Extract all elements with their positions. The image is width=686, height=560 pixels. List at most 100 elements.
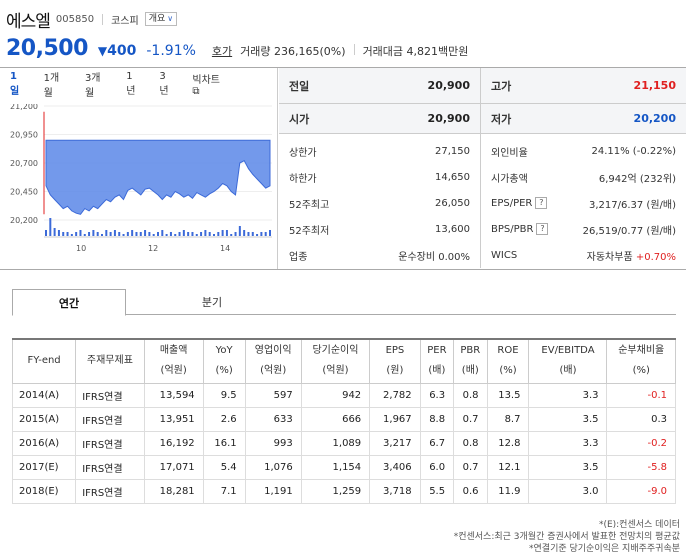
table-cell: -5.8 — [606, 454, 676, 480]
table-cell: 0.6 — [453, 478, 488, 504]
table-cell: 8.7 — [486, 406, 530, 432]
column-header-line: (배) — [461, 365, 479, 377]
table-cell: 6.7 — [419, 430, 455, 456]
detail-lower-limit: 하한가 14,650 — [279, 164, 480, 190]
detail-foreign-ratio: 외인비율 24.11% (-0.22%) — [481, 138, 686, 164]
table-cell: 3,718 — [369, 478, 421, 504]
prev-close-value: 20,900 — [427, 79, 470, 92]
tab-big-chart[interactable]: 빅차트⧉ — [192, 71, 258, 97]
footnotes: *(E):컨센서스 데이터 *컨센서스:최근 3개월간 증권사에서 발표한 전망… — [454, 519, 680, 555]
column-header-line: 당기순이익 — [312, 345, 359, 357]
volume-bar — [45, 230, 47, 236]
y-tick-label: 20,700 — [10, 159, 38, 168]
table-cell: 7.1 — [202, 478, 246, 504]
volume-bar — [178, 232, 181, 236]
volume-bar — [251, 232, 254, 236]
amount-value: 4,821백만원 — [406, 45, 469, 58]
table-cell: 0.7 — [453, 454, 488, 480]
column-header: PBR (배) — [453, 338, 488, 384]
detail-value[interactable]: 자동차부품 +0.70% — [587, 248, 676, 263]
high-cell: 고가 21,150 — [481, 68, 686, 103]
table-cell: 3.5 — [528, 406, 608, 432]
overview-dropdown[interactable]: 개요 ∨ — [144, 12, 178, 26]
tab-1-day[interactable]: 1일 — [10, 71, 25, 97]
hoga-link[interactable]: 호가 — [212, 43, 232, 59]
detail-eps-per: EPS/PER? 3,217/6.37 (원/배) — [481, 190, 686, 216]
tab-annual[interactable]: 연간 — [12, 289, 126, 316]
volume-bar — [53, 228, 56, 236]
column-header: 순부채비율 (%) — [606, 338, 676, 384]
column-header: ROE (%) — [486, 338, 530, 384]
table-cell: 2.6 — [202, 406, 246, 432]
table-cell: 3.3 — [528, 430, 608, 456]
column-header-line: (배) — [559, 365, 577, 377]
column-header-line: EPS — [385, 345, 405, 357]
column-header-line: (%) — [215, 365, 233, 377]
volume-bar — [79, 230, 82, 236]
table-cell: 1,259 — [300, 478, 371, 504]
quote-panel: 1일 1개월 3개월 1년 3년 빅차트⧉ 21,200 20,950 20,700… — [0, 67, 686, 270]
table-cell: 1,076 — [244, 454, 302, 480]
volume-bar — [101, 234, 103, 236]
table-cell: 0.7 — [453, 406, 488, 432]
table-cell: IFRS연결 — [75, 430, 145, 456]
wics-change: +0.70% — [635, 251, 676, 263]
tab-1-month[interactable]: 1개월 — [44, 69, 66, 99]
detail-label: 업종 — [289, 251, 308, 263]
volume-bar — [66, 232, 69, 236]
volume-bar — [126, 232, 129, 236]
volume-bar — [243, 230, 246, 236]
table-cell: 2016(A) — [11, 430, 77, 456]
volume-bar — [118, 232, 121, 236]
table-cell: 666 — [300, 406, 371, 432]
volume-bar — [70, 234, 73, 236]
volume-bar — [238, 226, 241, 236]
column-header-line: PBR — [460, 345, 481, 357]
column-header: FY-end — [11, 338, 77, 384]
table-cell: 1,089 — [300, 430, 371, 456]
volume-bar — [144, 230, 147, 236]
detail-value[interactable]: 운수장비 0.00% — [398, 248, 470, 263]
financial-tabs: 연간 분기 — [12, 289, 676, 316]
volume-bar — [191, 232, 194, 236]
table-row: 2017(E) IFRS연결 17,071 5.4 1,076 1,154 3,406 6.0… — [11, 454, 676, 480]
column-header-line: (%) — [632, 365, 650, 377]
table-cell: 0.3 — [606, 406, 676, 432]
tab-3-month[interactable]: 3개월 — [85, 69, 107, 99]
table-cell: IFRS연결 — [75, 382, 145, 408]
column-header-line: (원) — [386, 365, 404, 377]
volume-bar — [217, 232, 220, 236]
volume-bar — [225, 230, 228, 236]
x-tick-label: 12 — [148, 244, 158, 253]
help-icon[interactable]: ? — [536, 223, 549, 235]
y-tick-label: 21,200 — [10, 104, 38, 111]
divider — [353, 44, 355, 55]
detail-value: 27,150 — [435, 145, 470, 157]
volume-bar — [234, 232, 237, 236]
financial-table: FY-end 주재무제표 매출액 (억원) YoY (%) 영업이익 (억원) 당기순이익 (억원… — [11, 338, 676, 504]
detail-value: 26,050 — [435, 197, 470, 209]
market-label: 코스피 — [111, 15, 139, 27]
detail-label: EPS/PER — [491, 197, 533, 209]
stock-header: 에스엘 005850 코스피 개요 ∨ 20,500 ▼400 -1.91% 호가… — [6, 8, 686, 62]
volume-bar — [264, 232, 267, 236]
detail-label: 외인비율 — [491, 147, 528, 159]
tab-3-year[interactable]: 3년 — [159, 71, 173, 97]
table-cell: 2017(E) — [11, 454, 77, 480]
volume-bar — [187, 232, 190, 236]
column-header-line: 매출액 — [159, 345, 188, 357]
table-cell: 1,154 — [300, 454, 371, 480]
volume-bar — [57, 230, 60, 236]
table-cell: 2,782 — [369, 382, 421, 408]
tab-1-year[interactable]: 1년 — [126, 71, 140, 97]
help-icon[interactable]: ? — [535, 197, 548, 209]
detail-wics: WICS 자동차부품 +0.70% — [481, 242, 686, 268]
volume-bar — [161, 230, 164, 236]
tab-quarterly[interactable]: 분기 — [182, 289, 242, 315]
volume-bar — [75, 232, 78, 236]
column-header-line: FY-end — [27, 355, 61, 367]
column-header-line: ROE — [497, 345, 519, 357]
table-body: 2014(A) IFRS연결 13,594 9.5 597 942 2,782 6.3 0.8 1… — [11, 382, 676, 504]
chart-pane: 1일 1개월 3개월 1년 3년 빅차트⧉ 21,200 20,950 20,700… — [0, 68, 278, 269]
table-cell: 3.3 — [528, 382, 608, 408]
